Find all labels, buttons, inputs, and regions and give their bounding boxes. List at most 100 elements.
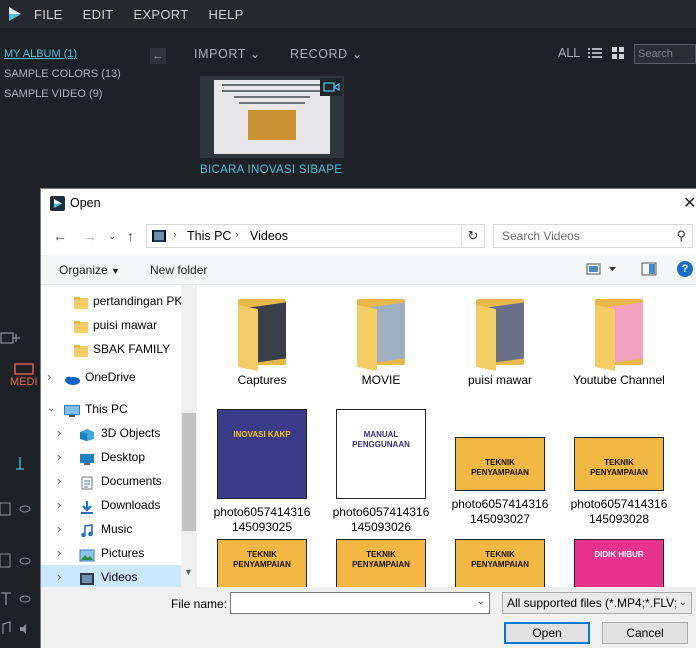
search-videos-input[interactable] [494,225,664,247]
audio-track-icon[interactable] [0,620,40,638]
file-name-text: photo6057414316 145093027 [451,497,549,526]
nav-item-label: Downloads [101,498,161,512]
add-track-icon[interactable] [0,330,40,348]
nav-item-documents[interactable]: › Documents [41,469,181,493]
menu-export[interactable]: EXPORT [133,7,188,22]
address-bar[interactable]: › This PC › Videos ⌄ [146,224,558,248]
media-search-input[interactable]: Search [634,44,696,64]
video-track-eye-icon[interactable] [0,500,40,518]
image-file-item[interactable]: TEKNIK PENYAMPAIAN photo6057414316 145093… [563,409,675,527]
cancel-button[interactable]: Cancel [602,622,688,644]
organize-menu-button[interactable]: Organize ▼ [59,263,120,277]
folder-icon [468,295,532,372]
nav-item-onedrive[interactable]: › OneDrive [41,365,181,389]
library-item-my-album[interactable]: MY ALBUM (1) [0,44,170,64]
image-file-item[interactable]: TEKNIK PENYAMPAIAN [206,539,318,587]
expand-chevron-right-icon[interactable]: › [57,517,61,541]
file-name-dropdown-chevron-icon[interactable]: ⌄ [477,596,485,607]
library-item-sample-video[interactable]: SAMPLE VIDEO (9) [0,84,170,104]
file-name-combobox[interactable]: ⌄ [230,592,490,614]
refresh-icon[interactable]: ↻ [461,224,485,248]
scrollbar-thumb[interactable] [182,413,196,531]
collapse-panel-button[interactable]: ← [150,48,166,64]
open-file-dialog: Open ✕ ← → ⌄ ↑ › This PC › Videos ⌄ ↻ ⚲ … [40,188,696,648]
nav-item-label: Music [101,522,133,536]
nav-item-3d-objects[interactable]: › 3D Objects [41,421,181,445]
search-videos-field[interactable]: ⚲ [493,224,693,248]
expand-chevron-right-icon[interactable]: › [57,469,61,493]
nav-item-label: SBAK FAMILY [93,342,171,356]
scroll-down-icon[interactable]: ▼ [184,567,193,577]
folder-item[interactable]: MOVIE [325,295,437,388]
expand-chevron-right-icon[interactable]: › [57,421,61,445]
forward-arrow-icon[interactable]: → [83,228,97,244]
close-icon[interactable]: ✕ [683,193,696,213]
open-button[interactable]: Open [504,622,590,644]
media-clip-thumbnail[interactable] [200,76,344,158]
change-view-icon[interactable] [586,261,620,280]
file-name-text: puisi mawar [467,373,533,387]
folder-item[interactable]: Captures [206,295,318,388]
expand-chevron-right-icon[interactable]: › [57,541,61,565]
file-name-input[interactable] [231,593,471,613]
pictures-icon [79,546,95,562]
breadcrumb-this-pc[interactable]: This PC [187,229,231,243]
menu-help[interactable]: HELP [209,7,244,22]
nav-item-label: This PC [85,402,128,416]
image-file-item[interactable]: DIDIK HIBUR [563,539,675,587]
nav-item-desktop[interactable]: › Desktop [41,445,181,469]
image-thumbnail-caption: TEKNIK PENYAMPAIAN [471,458,529,477]
media-toolbar: IMPORT ⌄ RECORD ⌄ ALL Search [170,28,696,78]
grid-view-icon[interactable] [612,47,625,63]
nav-item-this-pc[interactable]: ⌄ This PC [41,397,181,421]
3d-icon [79,426,95,441]
text-track-eye-icon[interactable] [0,590,40,608]
back-arrow-icon[interactable]: ← [53,228,67,244]
nav-item-music[interactable]: › Music [41,517,181,541]
nav-item-label: puisi mawar [93,318,158,332]
image-file-item[interactable]: INOVASI KAKP photo6057414316 145093025 [206,409,318,535]
view-all-filter[interactable]: ALL [558,46,580,60]
image-thumbnail: TEKNIK PENYAMPAIAN [217,539,307,587]
navigation-scrollbar[interactable]: ▼ [181,285,197,587]
nav-item-sbak-family[interactable]: SBAK FAMILY [41,337,181,361]
image-file-item[interactable]: TEKNIK PENYAMPAIAN [444,539,556,587]
file-name-text: photo6057414316 145093028 [570,497,668,526]
folder-item[interactable]: Youtube Channel [563,295,675,388]
list-view-icon[interactable] [588,47,602,62]
nav-item-puisi-mawar[interactable]: puisi mawar [41,313,181,337]
nav-item-pictures[interactable]: › Pictures [41,541,181,565]
media-tab[interactable]: MEDI [6,362,38,388]
file-type-filter-select[interactable]: All supported files (*.MP4;*.FLV; ⌄ [502,592,692,614]
nav-item-pertandingan-pkb[interactable]: pertandingan PKB [41,289,181,313]
image-thumbnail: TEKNIK PENYAMPAIAN [455,539,545,587]
expand-chevron-right-icon[interactable]: › [57,565,61,587]
media-clip-title: BICARA INOVASI SIBAPE [200,164,343,176]
new-folder-button[interactable]: New folder [150,263,207,277]
expand-chevron-right-icon[interactable]: › [57,445,61,469]
video-clip-icon [320,78,342,96]
menu-file[interactable]: FILE [34,7,63,22]
expand-chevron-down-icon[interactable]: ⌄ [47,397,55,421]
record-button[interactable]: RECORD ⌄ [290,46,363,61]
folder-item[interactable]: puisi mawar [444,295,556,388]
recent-locations-chevron-icon[interactable]: ⌄ [108,231,116,242]
expand-chevron-right-icon[interactable]: › [57,493,61,517]
nav-item-videos[interactable]: › Videos [41,565,181,587]
snap-icon[interactable] [0,454,40,472]
nav-item-downloads[interactable]: › Downloads [41,493,181,517]
import-button[interactable]: IMPORT ⌄ [194,46,261,61]
image-file-item[interactable]: TEKNIK PENYAMPAIAN [325,539,437,587]
help-icon[interactable]: ? [677,261,693,277]
up-arrow-icon[interactable]: ↑ [127,228,134,244]
menu-edit[interactable]: EDIT [83,7,114,22]
library-item-sample-colors[interactable]: SAMPLE COLORS (13) [0,64,170,84]
editor-menubar: FILE EDIT EXPORT HELP [0,0,696,28]
image-file-item[interactable]: TEKNIK PENYAMPAIAN photo6057414316 145093… [444,409,556,527]
preview-pane-icon[interactable] [641,261,657,280]
image-file-item[interactable]: MANUAL PENGGUNAAN photo6057414316 1450930… [325,409,437,535]
breadcrumb-videos[interactable]: Videos [250,229,288,243]
overlay-track-eye-icon[interactable] [0,552,40,570]
folder-icon [587,295,651,372]
expand-chevron-right-icon[interactable]: › [47,365,51,389]
